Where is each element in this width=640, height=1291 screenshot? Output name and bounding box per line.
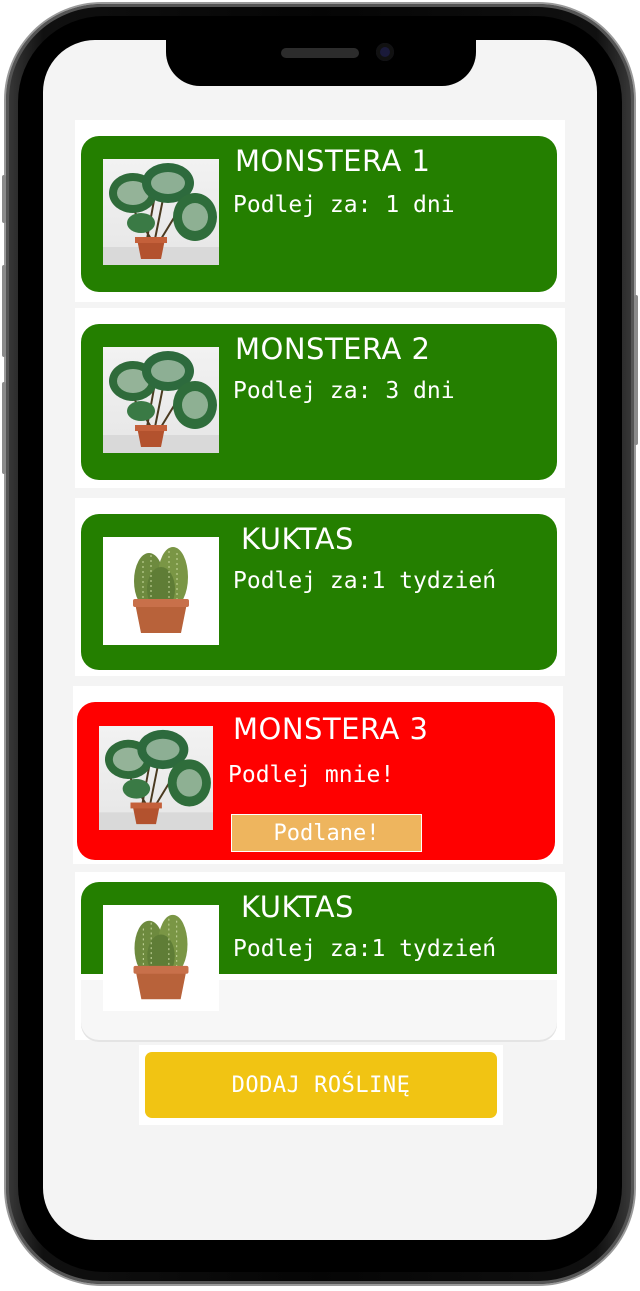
plant-card-body: MONSTERA 1 Podlej za: 1 dni	[81, 136, 557, 292]
plant-card[interactable]: MONSTERA 1 Podlej za: 1 dni	[75, 120, 565, 302]
monstera-image	[99, 726, 213, 830]
volume-down-button	[2, 382, 6, 474]
plant-name: KUKTAS	[241, 890, 354, 924]
watered-button[interactable]: Podlane!	[231, 814, 422, 852]
watering-alert: Podlej mnie!	[228, 762, 395, 788]
watering-info: Podlej za: 1 dni	[233, 192, 455, 218]
plant-card-alert[interactable]: MONSTERA 3 Podlej mnie! Podlane!	[73, 686, 563, 864]
cactus-image	[103, 537, 219, 645]
plant-card[interactable]: KUKTAS Podlej za:1 tydzień	[75, 498, 565, 676]
plant-name: KUKTAS	[241, 522, 354, 556]
plant-card[interactable]: MONSTERA 2 Podlej za: 3 dni	[75, 308, 565, 488]
silent-switch	[2, 175, 6, 223]
plant-card-body: MONSTERA 2 Podlej za: 3 dni	[81, 324, 557, 480]
power-button	[634, 295, 638, 445]
front-camera	[376, 43, 394, 61]
volume-up-button	[2, 265, 6, 357]
plant-card-body: MONSTERA 3 Podlej mnie! Podlane!	[77, 702, 555, 860]
monstera-image	[103, 347, 219, 453]
notch	[166, 28, 476, 86]
watering-info: Podlej za: 3 dni	[233, 378, 455, 404]
speaker	[281, 48, 359, 58]
watering-info: Podlej za:1 tydzień	[233, 568, 497, 594]
plant-card[interactable]: KUKTAS Podlej za:1 tydzień	[75, 872, 565, 1042]
watering-info: Podlej za:1 tydzień	[233, 936, 497, 962]
monstera-image	[103, 159, 219, 265]
plant-name: MONSTERA 3	[233, 712, 429, 746]
plant-name: MONSTERA 2	[235, 332, 431, 366]
plant-name: MONSTERA 1	[235, 144, 431, 178]
add-plant-button[interactable]: DODAJ ROŚLINĘ	[145, 1052, 497, 1118]
plant-card-body: KUKTAS Podlej za:1 tydzień	[81, 514, 557, 670]
cactus-image	[103, 905, 219, 1011]
add-plant-container: DODAJ ROŚLINĘ	[139, 1045, 503, 1125]
